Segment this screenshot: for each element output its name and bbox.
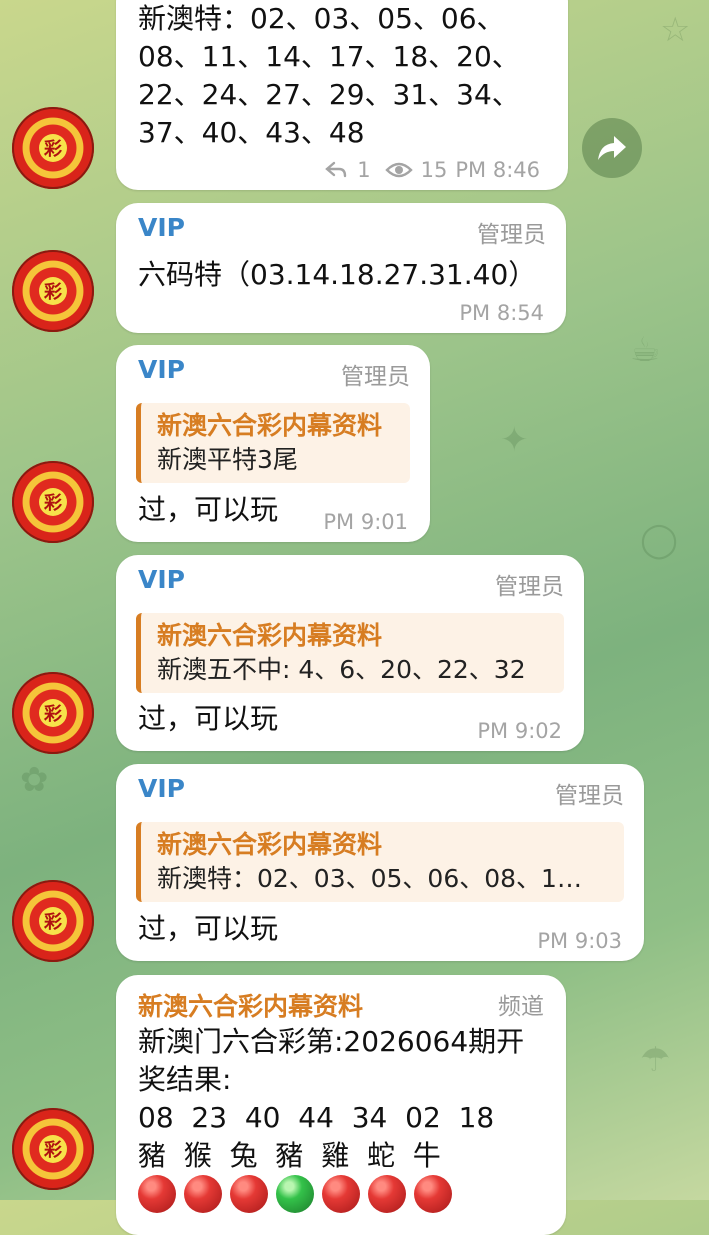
avatar[interactable]: 彩 <box>12 1108 94 1190</box>
avatar-emblem: 彩 <box>39 907 67 935</box>
message-time: PM 9:03 <box>537 929 622 953</box>
admin-badge: 管理员 <box>477 222 546 248</box>
quote-body: 新澳五不中: 4、6、20、22、32 <box>157 655 526 684</box>
message-bubble[interactable]: 新澳特：02、03、05、06、 08、11、14、17、18、20、 22、2… <box>116 0 568 190</box>
red-ball-icon <box>322 1175 360 1213</box>
message-bubble[interactable]: VIP 管理员 新澳六合彩内幕资料 新澳特：02、03、05、06、08、1… … <box>116 764 644 961</box>
message-time: PM 8:54 <box>459 301 544 325</box>
pineapple-doodle: ✦ <box>500 420 529 460</box>
message-text: 六码特（03.14.18.27.31.40） <box>138 258 537 291</box>
green-ball-icon <box>276 1175 314 1213</box>
message-bubble[interactable]: VIP 管理员 六码特（03.14.18.27.31.40） PM 8:54 <box>116 203 566 333</box>
message-time: PM 9:01 <box>323 510 408 534</box>
channel-name[interactable]: 新澳六合彩内幕资料 <box>138 987 363 1023</box>
dino-doodle: ✿ <box>20 760 49 800</box>
message-text: 过，可以玩 <box>138 702 279 735</box>
quoted-message[interactable]: 新澳六合彩内幕资料 新澳五不中: 4、6、20、22、32 <box>136 613 564 693</box>
share-arrow-icon <box>598 136 626 160</box>
avatar-emblem: 彩 <box>39 1135 67 1163</box>
message-text: 过，可以玩 <box>138 912 279 945</box>
admin-badge: 管理员 <box>341 364 410 390</box>
view-count: 15 <box>420 158 448 182</box>
sender-name[interactable]: VIP <box>138 565 185 594</box>
message-text: 新澳门六合彩第:2026064期开 奖结果: 08 23 40 44 34 02… <box>138 1023 524 1175</box>
channel-badge: 频道 <box>498 994 544 1020</box>
draw-numbers: 08 23 40 44 34 02 18 <box>138 1101 495 1134</box>
quote-title: 新澳六合彩内幕资料 <box>157 830 383 859</box>
reply-arrow-icon <box>325 161 347 178</box>
message-bubble[interactable]: VIP 管理员 新澳六合彩内幕资料 新澳平特3尾 过，可以玩 PM 9:01 <box>116 345 430 542</box>
admin-badge: 管理员 <box>555 783 624 809</box>
quote-body: 新澳特：02、03、05、06、08、1… <box>157 864 582 893</box>
avatar[interactable]: 彩 <box>12 107 94 189</box>
sender-name[interactable]: VIP <box>138 355 185 384</box>
quote-title: 新澳六合彩内幕资料 <box>157 411 383 440</box>
avatar-emblem: 彩 <box>39 134 67 162</box>
draw-zodiacs: 豬 猴 兔 豬 雞 蛇 牛 <box>138 1139 441 1172</box>
avatar-emblem: 彩 <box>39 488 67 516</box>
avatar[interactable]: 彩 <box>12 250 94 332</box>
message-text: 过，可以玩 <box>138 493 279 526</box>
avatar-emblem: 彩 <box>39 277 67 305</box>
message-time: PM 8:46 <box>455 158 540 182</box>
red-ball-icon <box>414 1175 452 1213</box>
star-doodle: ☆ <box>660 10 691 50</box>
message-text: 新澳特：02、03、05、06、 08、11、14、17、18、20、 22、2… <box>138 2 520 149</box>
message-time: PM 9:02 <box>477 719 562 743</box>
message-meta: 1 15 PM 8:46 <box>325 158 540 182</box>
quote-title: 新澳六合彩内幕资料 <box>157 621 383 650</box>
avatar[interactable]: 彩 <box>12 672 94 754</box>
channel-post-bubble[interactable]: 新澳六合彩内幕资料 频道 新澳门六合彩第:2026064期开 奖结果: 08 2… <box>116 975 566 1235</box>
eye-icon <box>384 162 413 178</box>
avatar-emblem: 彩 <box>39 699 67 727</box>
avatar[interactable]: 彩 <box>12 880 94 962</box>
quoted-message[interactable]: 新澳六合彩内幕资料 新澳特：02、03、05、06、08、1… <box>136 822 624 902</box>
red-ball-icon <box>184 1175 222 1213</box>
quoted-message[interactable]: 新澳六合彩内幕资料 新澳平特3尾 <box>136 403 410 483</box>
quote-body: 新澳平特3尾 <box>157 445 298 474</box>
avatar[interactable]: 彩 <box>12 461 94 543</box>
reply-count: 1 <box>357 158 371 182</box>
cup-doodle: ☕ <box>630 330 661 370</box>
red-ball-icon <box>230 1175 268 1213</box>
balloon-doodle: ◯ <box>640 520 679 560</box>
sender-name[interactable]: VIP <box>138 774 185 803</box>
admin-badge: 管理员 <box>495 574 564 600</box>
umbrella-doodle: ☂ <box>640 1040 671 1080</box>
ball-row <box>138 1175 460 1213</box>
forward-button[interactable] <box>582 118 642 178</box>
message-bubble[interactable]: VIP 管理员 新澳六合彩内幕资料 新澳五不中: 4、6、20、22、32 过，… <box>116 555 584 751</box>
sender-name[interactable]: VIP <box>138 213 185 242</box>
red-ball-icon <box>368 1175 406 1213</box>
red-ball-icon <box>138 1175 176 1213</box>
